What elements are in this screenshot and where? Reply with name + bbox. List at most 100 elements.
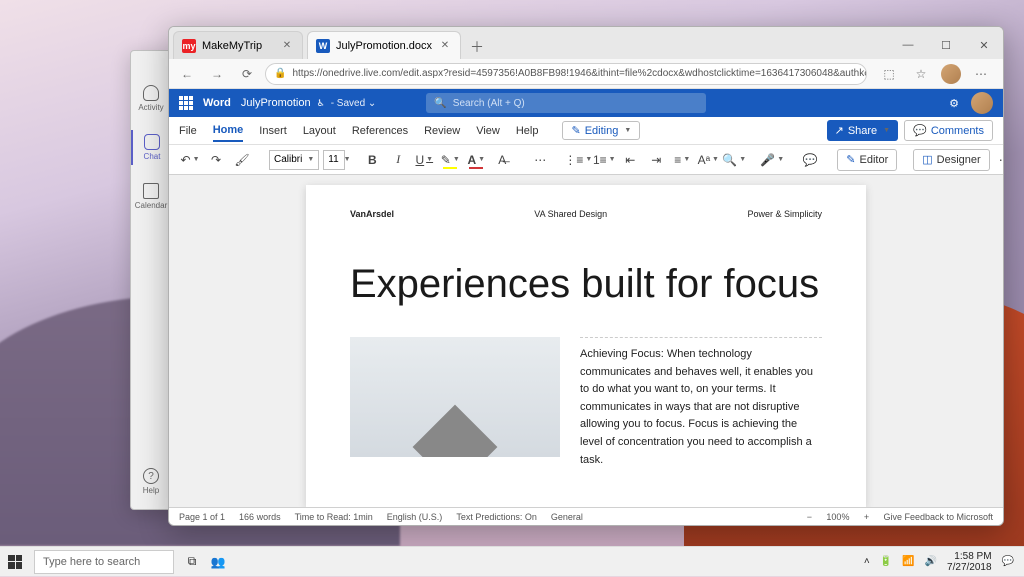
ribbon-overflow-button[interactable]: ⋯ <box>994 149 1004 171</box>
teams-rail-calendar[interactable]: Calendar <box>131 179 171 214</box>
teams-rail-activity[interactable]: Activity <box>131 81 171 116</box>
tab-insert[interactable]: Insert <box>259 121 287 141</box>
document-page[interactable]: VanArsdel VA Shared Design Power & Simpl… <box>306 185 866 507</box>
app-launcher-icon[interactable] <box>179 96 193 110</box>
account-avatar[interactable] <box>971 92 993 114</box>
document-title[interactable]: JulyPromotion ♿︎ - Saved ⌄ <box>241 97 376 109</box>
numbering-button[interactable]: 1≡▼ <box>593 149 615 171</box>
taskbar-clock[interactable]: 1:58 PM 7/27/2018 <box>947 551 992 573</box>
status-language[interactable]: English (U.S.) <box>387 512 443 522</box>
tab-close-icon[interactable]: ✕ <box>438 39 452 53</box>
find-button[interactable]: 🔍▼ <box>723 149 745 171</box>
styles-button[interactable]: Aᵃ▼ <box>697 149 719 171</box>
back-button[interactable]: ← <box>175 62 199 86</box>
makemytrip-favicon: my <box>182 39 196 53</box>
taskbar-search[interactable]: Type here to search <box>34 550 174 574</box>
profile-avatar[interactable] <box>941 64 961 84</box>
font-color-button[interactable]: A▼ <box>465 149 487 171</box>
highlight-button[interactable]: ✎▼ <box>439 149 461 171</box>
tab-file[interactable]: File <box>179 121 197 141</box>
wifi-icon[interactable]: 📶 <box>902 556 914 567</box>
share-button[interactable]: ↗ Share ▼ <box>827 120 899 141</box>
address-bar[interactable]: 🔒 https://onedrive.live.com/edit.aspx?re… <box>265 63 867 85</box>
increase-indent-button[interactable]: ⇥ <box>645 149 667 171</box>
undo-button[interactable]: ↶▼ <box>179 149 201 171</box>
maximize-button[interactable]: ☐ <box>927 31 965 59</box>
decrease-indent-button[interactable]: ⇤ <box>619 149 641 171</box>
new-tab-button[interactable]: ＋ <box>465 35 489 59</box>
zoom-level[interactable]: 100% <box>826 512 849 522</box>
feedback-link[interactable]: Give Feedback to Microsoft <box>883 512 993 522</box>
favorites-icon[interactable]: ☆ <box>909 62 933 86</box>
close-window-button[interactable]: ✕ <box>965 31 1003 59</box>
comments-label: Comments <box>931 125 984 137</box>
tray-chevron-icon[interactable]: ˄ <box>864 556 870 567</box>
extensions-icon[interactable]: ⬚ <box>877 62 901 86</box>
status-wordcount[interactable]: 166 words <box>239 512 281 522</box>
ribbon-tabs: File Home Insert Layout References Revie… <box>169 117 1003 145</box>
document-canvas[interactable]: VanArsdel VA Shared Design Power & Simpl… <box>169 175 1003 507</box>
volume-icon[interactable]: 🔊 <box>925 556 937 567</box>
tab-close-icon[interactable]: ✕ <box>280 39 294 53</box>
bold-button[interactable]: B <box>361 149 383 171</box>
minimize-button[interactable]: — <box>889 31 927 59</box>
pencil-icon: ✎ <box>571 124 580 137</box>
rail-label: Activity <box>138 103 163 112</box>
chevron-down-icon: ▼ <box>883 127 890 134</box>
battery-icon[interactable]: 🔋 <box>880 556 892 567</box>
teams-rail-help[interactable]: ? Help <box>131 464 171 499</box>
status-page[interactable]: Page 1 of 1 <box>179 512 225 522</box>
status-predictions[interactable]: Text Predictions: On <box>456 512 537 522</box>
word-header: Word JulyPromotion ♿︎ - Saved ⌄ 🔍 Search… <box>169 89 1003 117</box>
search-box[interactable]: 🔍 Search (Alt + Q) <box>426 93 706 113</box>
designer-icon: ◫ <box>922 153 932 166</box>
more-font-button[interactable]: ⋯ <box>529 149 551 171</box>
tab-help[interactable]: Help <box>516 121 539 141</box>
editor-button[interactable]: ✎ Editor <box>837 149 897 171</box>
clear-format-button[interactable]: A̶ <box>491 149 513 171</box>
teams-taskbar-icon[interactable]: 👥 <box>210 554 226 570</box>
tab-label: MakeMyTrip <box>202 40 262 52</box>
underline-button[interactable]: U▼ <box>413 149 435 171</box>
tab-review[interactable]: Review <box>424 121 460 141</box>
url-text: https://onedrive.live.com/edit.aspx?resi… <box>292 68 867 79</box>
bullets-button[interactable]: ⋮≡▼ <box>567 149 589 171</box>
redo-button[interactable]: ↷ <box>205 149 227 171</box>
notifications-icon[interactable]: 💬 <box>1002 556 1014 567</box>
format-painter-button[interactable]: 🖌 <box>231 149 253 171</box>
start-button[interactable] <box>0 547 30 577</box>
tab-view[interactable]: View <box>476 121 500 141</box>
zoom-in-button[interactable]: + <box>859 512 873 522</box>
add-comment-button[interactable]: 💬 <box>799 149 821 171</box>
designer-button[interactable]: ◫ Designer <box>913 149 989 171</box>
tab-julypromotion[interactable]: W JulyPromotion.docx ✕ <box>307 31 461 59</box>
tab-references[interactable]: References <box>352 121 408 141</box>
share-icon: ↗ <box>835 124 844 137</box>
search-icon: 🔍 <box>434 98 446 109</box>
font-name-select[interactable]: Calibri▼ <box>269 150 319 170</box>
dictate-button[interactable]: 🎤▼ <box>761 149 783 171</box>
task-view-icon[interactable]: ⧉ <box>184 554 200 570</box>
chevron-down-icon: ▼ <box>624 127 631 134</box>
comments-button[interactable]: 💬 Comments <box>904 120 993 141</box>
refresh-button[interactable]: ⟳ <box>235 62 259 86</box>
tab-makemytrip[interactable]: my MakeMyTrip ✕ <box>173 31 303 59</box>
align-button[interactable]: ≡▼ <box>671 149 693 171</box>
font-size-value: 11 <box>328 154 338 165</box>
chat-icon <box>144 134 160 150</box>
forward-button[interactable]: → <box>205 62 229 86</box>
bell-icon <box>143 85 159 101</box>
menu-icon[interactable]: ⋯ <box>969 62 993 86</box>
settings-icon[interactable]: ⚙ <box>949 97 959 110</box>
italic-button[interactable]: I <box>387 149 409 171</box>
tab-home[interactable]: Home <box>213 120 244 142</box>
status-general[interactable]: General <box>551 512 583 522</box>
teams-window: Activity Chat Calendar ? Help <box>130 50 170 510</box>
app-name: Word <box>203 97 231 109</box>
zoom-out-button[interactable]: − <box>802 512 816 522</box>
tab-layout[interactable]: Layout <box>303 121 336 141</box>
editing-mode-dropdown[interactable]: ✎ Editing ▼ <box>562 121 640 140</box>
status-readtime[interactable]: Time to Read: 1min <box>295 512 373 522</box>
teams-rail-chat[interactable]: Chat <box>131 130 171 165</box>
font-size-select[interactable]: 11▼ <box>323 150 345 170</box>
